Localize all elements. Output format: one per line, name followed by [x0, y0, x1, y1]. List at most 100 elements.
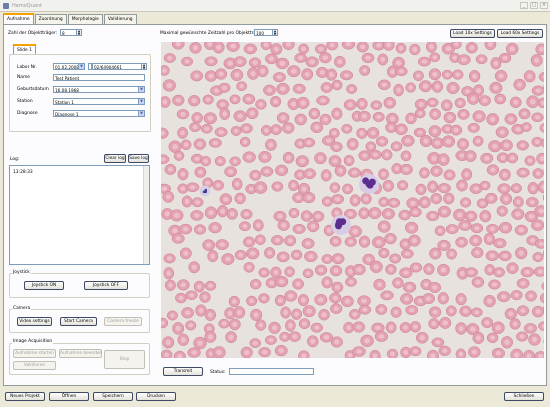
name-field[interactable]: Test Patient	[53, 74, 145, 81]
cell-center	[219, 242, 226, 247]
cell-center	[376, 282, 383, 288]
cell-center	[232, 321, 238, 327]
spin-arrows-icon[interactable]: ▲ ▼	[76, 30, 81, 35]
log-scrollbar[interactable]	[143, 166, 149, 264]
chevron-down-icon[interactable]: ▼	[138, 87, 144, 92]
cell-center	[449, 251, 454, 257]
cell-center	[380, 57, 386, 62]
cell-center	[373, 264, 380, 270]
labor-nr-stepper[interactable]: 02/64904661 ▲ ▼	[92, 63, 147, 70]
cell-center	[379, 139, 385, 144]
cell-center	[495, 350, 502, 356]
cell-center	[534, 57, 540, 64]
print-button[interactable]: Drucken	[136, 392, 176, 401]
labor-date-picker[interactable]: 01.02.2008 ▼	[53, 63, 85, 70]
cell-center	[304, 71, 310, 77]
chevron-down-icon[interactable]: ▼	[78, 64, 84, 69]
cell-center	[337, 59, 343, 65]
cell-center	[230, 43, 236, 49]
cell-center	[535, 255, 541, 260]
cell-center	[252, 173, 258, 178]
cell-center	[222, 111, 227, 117]
cell-center	[468, 213, 474, 219]
cell-center	[450, 85, 456, 91]
cell-center	[225, 256, 231, 262]
cell-center	[273, 46, 279, 52]
tab-morphologie[interactable]: Morphologie	[67, 14, 103, 24]
cell-nucleus	[203, 190, 207, 194]
cell-center	[440, 267, 447, 273]
joystick-on-button[interactable]: Joystick ON	[24, 281, 64, 290]
slide-tab[interactable]: Slide 1	[13, 44, 36, 54]
load-60x-button[interactable]: Load 60x Settings	[497, 29, 543, 38]
save-log-button[interactable]: Save log	[128, 154, 149, 163]
cell-center	[393, 309, 399, 315]
open-button[interactable]: Öffnen	[49, 392, 89, 401]
max-time-stepper[interactable]: 100 ▲ ▼	[254, 29, 278, 36]
obj-count-stepper[interactable]: 8 ▲ ▼	[60, 29, 82, 36]
load-10x-button[interactable]: Load 10x Settings	[450, 29, 495, 38]
cell-center	[387, 100, 393, 106]
cell-center	[302, 321, 307, 327]
close-window-button[interactable]: ×	[540, 2, 548, 9]
cell-center	[472, 73, 477, 79]
spin-arrows-icon[interactable]: ▲ ▼	[141, 64, 146, 69]
cell-center	[197, 141, 203, 147]
maximize-button[interactable]: □	[530, 2, 538, 9]
spin-arrows-icon[interactable]: ▲ ▼	[272, 30, 277, 35]
video-settings-button[interactable]: Video settings	[17, 317, 52, 326]
save-button[interactable]: Speichern	[93, 392, 133, 401]
cell-center	[475, 279, 481, 285]
clear-log-button[interactable]: Clear log	[104, 154, 126, 163]
cell-center	[356, 324, 362, 330]
cell-center	[273, 127, 279, 132]
cell-center	[538, 208, 544, 214]
cell-center	[388, 267, 394, 272]
stop-button[interactable]: Stop	[104, 350, 145, 369]
microscope-image[interactable]	[161, 42, 544, 358]
cell-center	[384, 293, 390, 298]
stop-acquisition-button[interactable]: Aufnahme beenden	[59, 349, 102, 358]
cell-center	[180, 337, 186, 343]
validate-button[interactable]: Validieren	[13, 361, 56, 370]
cell-center	[246, 154, 253, 160]
chevron-down-icon[interactable]: ▼	[138, 111, 144, 116]
cell-center	[527, 158, 533, 163]
joystick-off-button[interactable]: Joystick OFF	[84, 281, 128, 290]
camera-freeze-button[interactable]: Camera freeze	[104, 317, 142, 326]
cell-center	[217, 158, 223, 164]
station-select[interactable]: Station 1 ▼	[53, 98, 145, 105]
cell-center	[301, 186, 307, 192]
transmit-button[interactable]: Transmit	[163, 367, 203, 376]
cell-center	[162, 68, 167, 73]
tab-zuordnung[interactable]: Zuordnung	[34, 14, 67, 24]
cell-center	[469, 326, 476, 332]
cell-center	[520, 308, 526, 314]
cell-center	[262, 154, 268, 160]
start-camera-button[interactable]: Start Camera	[60, 317, 97, 326]
cell-center	[390, 69, 395, 75]
log-textarea[interactable]: 13:28:33	[9, 165, 150, 265]
cell-center	[264, 169, 270, 174]
cell-center	[503, 196, 509, 202]
cell-center	[482, 213, 488, 219]
birthdate-select[interactable]: 16.08.1968 ▼	[53, 86, 145, 93]
new-project-button[interactable]: Neues Projekt	[5, 392, 45, 401]
cell-center	[246, 239, 252, 245]
tab-aufnahme[interactable]: Aufnahme	[3, 13, 34, 24]
tab-validierung[interactable]: Validierung	[103, 14, 137, 24]
start-acquisition-button[interactable]: Aufnahme starten	[13, 349, 56, 358]
cell-center	[535, 309, 541, 315]
minimize-button[interactable]: _	[520, 2, 528, 9]
red-blood-cell	[539, 292, 544, 304]
cell-center	[349, 86, 354, 92]
cell-center	[252, 341, 258, 346]
cell-center	[462, 308, 469, 314]
diagnose-select[interactable]: Diagnose 1 ▼	[53, 110, 145, 117]
cell-center	[175, 236, 181, 241]
cell-center	[484, 320, 490, 325]
cell-center	[277, 298, 283, 303]
chevron-down-icon[interactable]: ▼	[138, 99, 144, 104]
cell-center	[515, 211, 521, 217]
close-button[interactable]: Schließen	[504, 392, 544, 401]
